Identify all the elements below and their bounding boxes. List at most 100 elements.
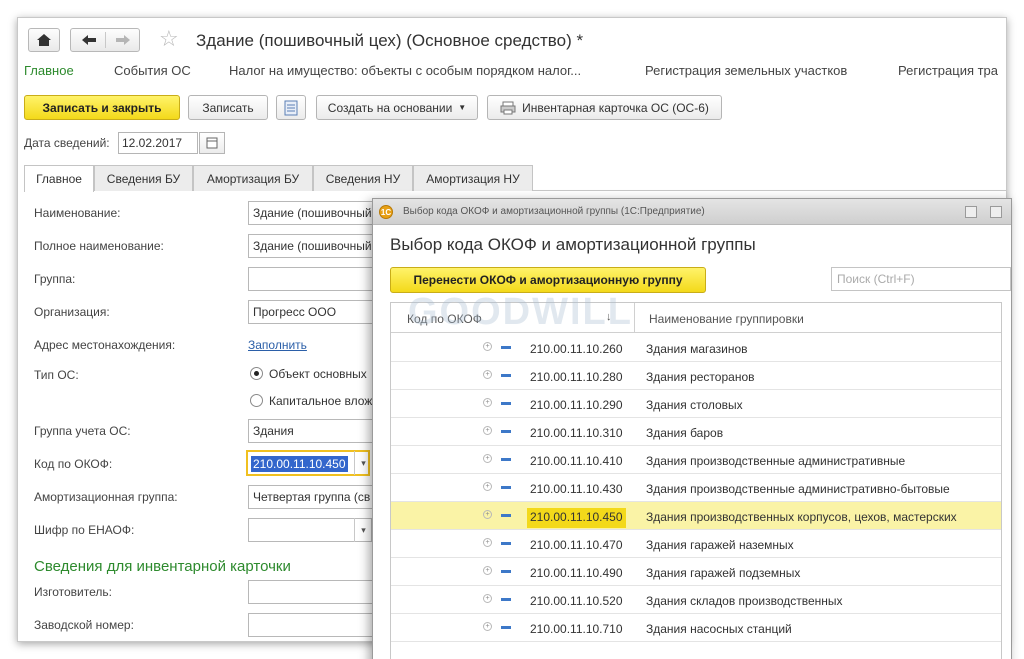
section-main[interactable]: Главное — [24, 63, 74, 78]
expand-icon[interactable]: + — [483, 370, 492, 379]
expand-icon[interactable]: + — [483, 454, 492, 463]
okof-dropdown-icon[interactable]: ▾ — [354, 451, 372, 475]
back-arrow-icon[interactable] — [79, 33, 99, 47]
enaof-dropdown-icon[interactable]: ▾ — [354, 518, 372, 542]
table-row[interactable]: +210.00.11.10.290 Здания столовых — [391, 390, 1001, 418]
table-row[interactable]: +210.00.11.10.470 Здания гаражей наземных — [391, 530, 1001, 558]
inventory-card-button[interactable]: Инвентарная карточка ОС (ОС-6) — [487, 95, 722, 120]
home-icon — [37, 34, 51, 46]
expand-icon[interactable]: + — [483, 342, 492, 351]
calendar-button[interactable] — [199, 132, 225, 154]
tab-accounting-info[interactable]: Сведения БУ — [94, 165, 193, 191]
dropdown-arrow-icon: ▼ — [458, 103, 467, 112]
transfer-okof-button[interactable]: Перенести ОКОФ и амортизационную группу — [390, 267, 706, 293]
group-item-icon — [501, 626, 511, 629]
create-based-on-dropdown[interactable]: Создать на основании ▼ — [316, 95, 478, 120]
tab-accounting-depreciation[interactable]: Амортизация БУ — [193, 165, 313, 191]
okof-input[interactable]: 210.00.11.10.450 — [246, 450, 370, 476]
tab-tax-depreciation[interactable]: Амортизация НУ — [413, 165, 533, 191]
tab-bar: Главное Сведения БУ Амортизация БУ Сведе… — [24, 163, 1006, 192]
manufacturer-input[interactable] — [248, 580, 388, 604]
asset-type-option-main[interactable]: Объект основных — [250, 367, 367, 381]
group-name-cell: Здания складов производственных — [646, 594, 843, 608]
home-button[interactable] — [28, 28, 60, 52]
divider — [105, 32, 106, 48]
address-label: Адрес местонахождения: — [34, 338, 176, 352]
save-button[interactable]: Записать — [188, 95, 268, 120]
radio-unchecked-icon — [250, 394, 263, 407]
table-row[interactable]: +210.00.11.10.490 Здания гаражей подземны… — [391, 558, 1001, 586]
table-row[interactable]: +210.00.11.10.260 Здания магазинов — [391, 334, 1001, 362]
search-input[interactable]: Поиск (Ctrl+F) — [831, 267, 1011, 291]
table-row[interactable]: +210.00.11.10.430 Здания производственные… — [391, 474, 1001, 502]
section-property-tax[interactable]: Налог на имущество: объекты с особым пор… — [229, 63, 581, 78]
okof-code-cell: 210.00.11.10.410 — [530, 454, 623, 468]
favorite-star-icon[interactable]: ☆ — [159, 28, 179, 50]
group-item-icon — [501, 402, 511, 405]
fullname-input[interactable]: Здание (пошивочный — [248, 234, 388, 258]
serial-number-input[interactable] — [248, 613, 388, 637]
section-land-registration[interactable]: Регистрация земельных участков — [645, 63, 847, 78]
printer-icon — [500, 101, 516, 114]
expand-icon[interactable]: + — [483, 482, 492, 491]
amort-group-input[interactable]: Четвертая группа (св — [248, 485, 388, 509]
calendar-icon — [206, 137, 218, 149]
okof-code-cell: 210.00.11.10.450 — [527, 508, 626, 528]
amort-group-label: Амортизационная группа: — [34, 490, 178, 504]
table-row[interactable]: +210.00.11.10.520 Здания складов производ… — [391, 586, 1001, 614]
group-item-icon — [501, 430, 511, 433]
dialog-titlebar: 1С Выбор кода ОКОФ и амортизационной гру… — [373, 199, 1011, 225]
account-group-input[interactable]: Здания — [248, 419, 388, 443]
expand-icon[interactable]: + — [483, 566, 492, 575]
group-name-cell: Здания гаражей наземных — [646, 538, 794, 552]
expand-icon[interactable]: + — [483, 594, 492, 603]
group-name-cell: Здания гаражей подземных — [646, 566, 801, 580]
column-header-code[interactable]: Код по ОКОФ — [407, 312, 482, 326]
save-close-button[interactable]: Записать и закрыть — [24, 95, 180, 120]
okof-value: 210.00.11.10.450 — [251, 456, 348, 472]
top-bar: ☆ Здание (пошивочный цех) (Основное сред… — [18, 18, 1006, 62]
group-item-icon — [501, 486, 511, 489]
expand-icon[interactable]: + — [483, 510, 492, 519]
okof-selection-dialog: 1С Выбор кода ОКОФ и амортизационной гру… — [372, 198, 1012, 659]
group-name-cell: Здания производственных корпусов, цехов,… — [646, 510, 957, 524]
organization-input[interactable]: Прогресс ООО — [248, 300, 388, 324]
radio-checked-icon — [250, 367, 263, 380]
expand-icon[interactable]: + — [483, 622, 492, 631]
enaof-label: Шифр по ЕНАОФ: — [34, 523, 135, 537]
group-label: Группа: — [34, 272, 76, 286]
expand-icon[interactable]: + — [483, 398, 492, 407]
group-item-icon — [501, 542, 511, 545]
name-input[interactable]: Здание (пошивочный — [248, 201, 388, 225]
list-icon — [284, 100, 298, 115]
table-row[interactable]: +210.00.11.10.710 Здания насосных станций — [391, 614, 1001, 642]
section-events[interactable]: События ОС — [114, 63, 191, 78]
asset-type-option-capital[interactable]: Капитальное влож — [250, 394, 372, 408]
expand-icon[interactable]: + — [483, 538, 492, 547]
group-name-cell: Здания ресторанов — [646, 370, 755, 384]
forward-arrow-icon[interactable] — [113, 33, 133, 47]
table-row[interactable]: +210.00.11.10.450 Здания производственных… — [391, 502, 1001, 530]
create-based-on-label: Создать на основании — [327, 100, 453, 115]
okof-code-cell: 210.00.11.10.290 — [530, 398, 623, 412]
table-row[interactable]: +210.00.11.10.410 Здания производственные… — [391, 446, 1001, 474]
document-list-button[interactable] — [276, 95, 306, 120]
okof-code-cell: 210.00.11.10.430 — [530, 482, 623, 496]
group-input[interactable] — [248, 267, 388, 291]
table-row[interactable]: +210.00.11.10.280 Здания ресторанов — [391, 362, 1001, 390]
tab-tax-info[interactable]: Сведения НУ — [313, 165, 413, 191]
table-row[interactable]: +210.00.11.10.310 Здания баров — [391, 418, 1001, 446]
column-header-name[interactable]: Наименование группировки — [649, 312, 804, 326]
okof-code-cell: 210.00.11.10.470 — [530, 538, 623, 552]
column-divider — [634, 303, 635, 333]
table-header: Код по ОКОФ ↓ Наименование группировки — [391, 303, 1001, 333]
calculator-icon[interactable] — [990, 206, 1002, 218]
expand-icon[interactable]: + — [483, 426, 492, 435]
date-field[interactable]: 12.02.2017 — [118, 132, 198, 154]
group-item-icon — [501, 514, 511, 517]
link-icon[interactable] — [965, 206, 977, 218]
fill-address-link[interactable]: Заполнить — [248, 338, 307, 352]
tab-main[interactable]: Главное — [24, 165, 94, 192]
section-transport-registration[interactable]: Регистрация тра — [898, 63, 998, 78]
group-name-cell: Здания производственные административно-… — [646, 482, 950, 496]
